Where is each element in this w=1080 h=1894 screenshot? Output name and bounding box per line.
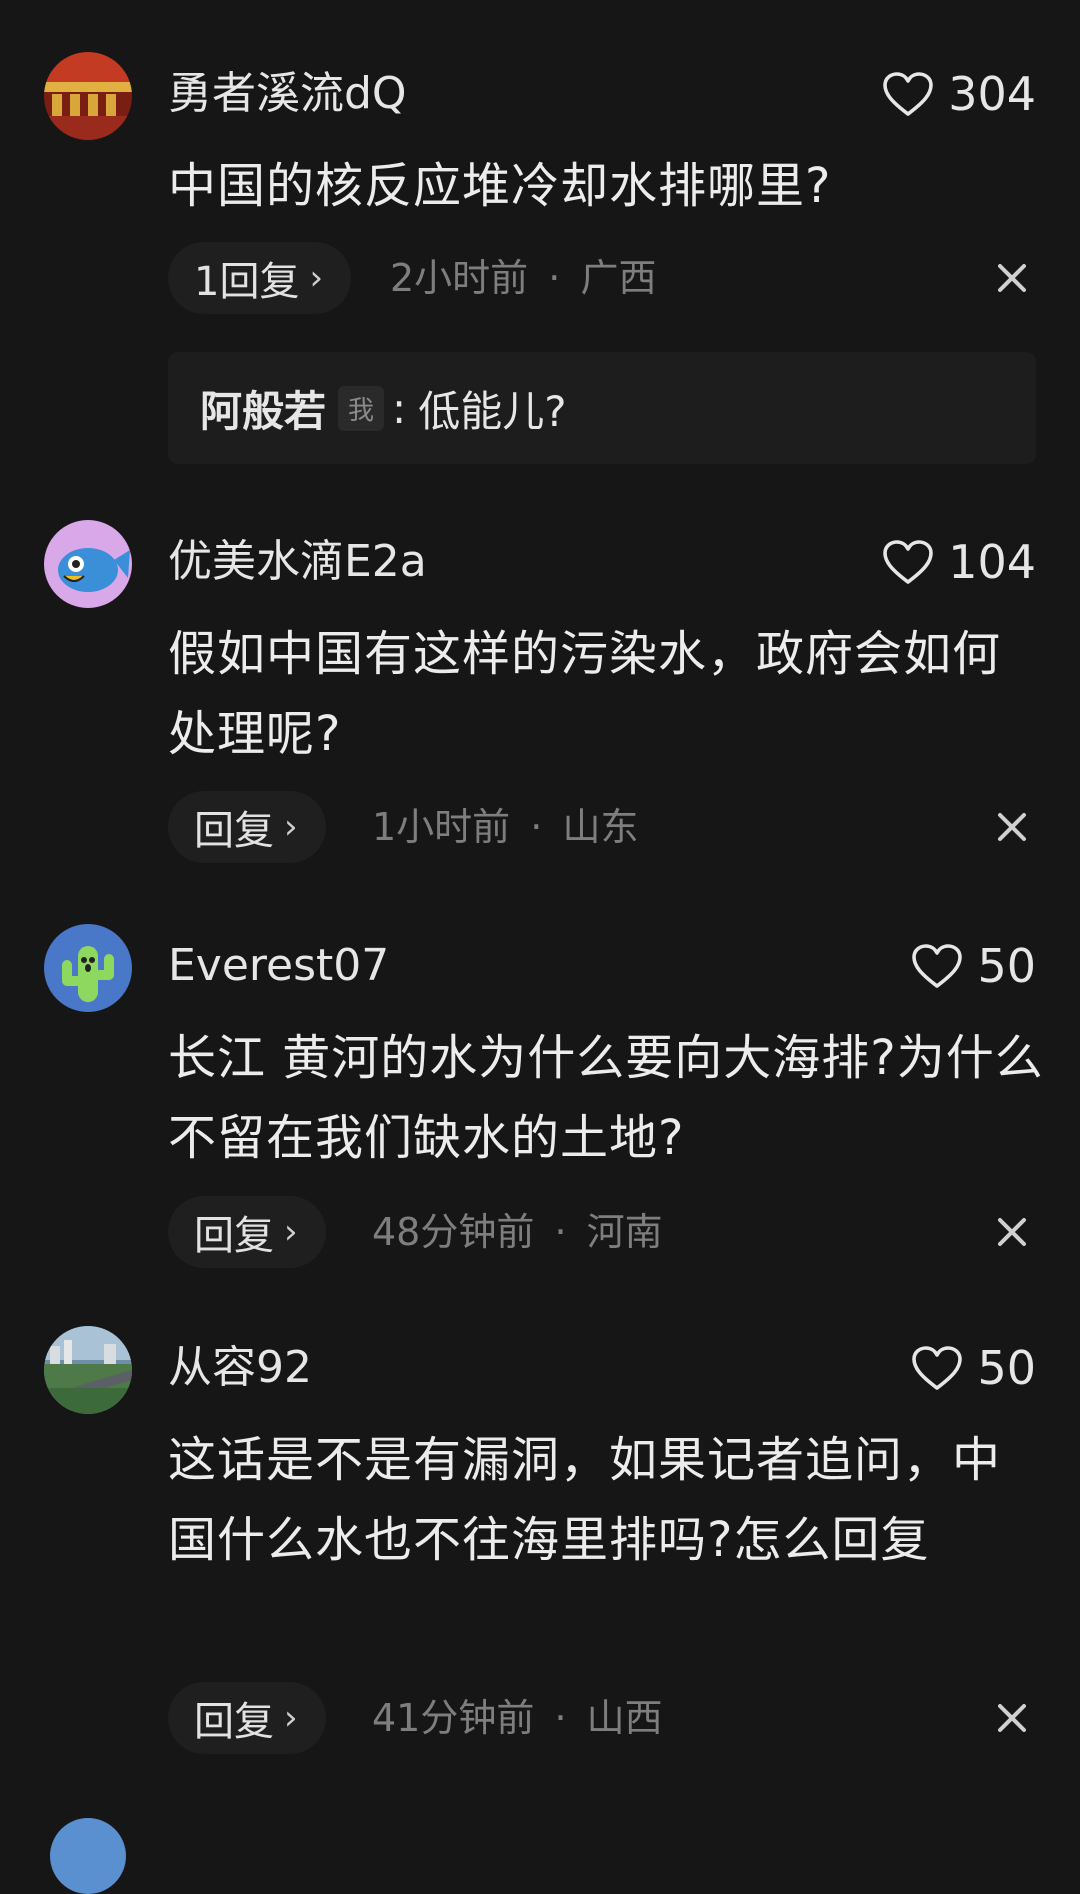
- username[interactable]: 优美水滴E2a: [168, 534, 427, 590]
- comment-text: 中国的核反应堆冷却水排哪里?: [168, 158, 832, 214]
- like-count: 50: [977, 939, 1036, 993]
- comment-text: 这话是不是有漏洞，如果记者追问，中国什么水也不往海里排吗?怎么回复: [168, 1432, 1002, 1568]
- chevron-right-icon: ›: [284, 1698, 298, 1738]
- like-button[interactable]: 104: [882, 534, 1036, 590]
- comment-text: 长江 黄河的水为什么要向大海排?为什么不留在我们缺水的土地?: [168, 1030, 1044, 1166]
- timestamp: 41分钟前: [372, 1696, 535, 1740]
- timestamp: 2小时前: [390, 256, 529, 300]
- heart-outline-icon: [882, 71, 934, 117]
- location: 山东: [562, 805, 639, 849]
- heart-outline-icon: [911, 1345, 963, 1391]
- chevron-right-icon: ›: [284, 807, 298, 847]
- avatar[interactable]: [44, 520, 132, 608]
- like-count: 304: [948, 67, 1036, 121]
- username[interactable]: Everest07: [168, 938, 389, 994]
- comment-meta: 48分钟前 · 河南: [372, 1196, 663, 1268]
- chevron-right-icon: ›: [284, 1212, 298, 1252]
- meta-separator: ·: [548, 256, 561, 300]
- reply-button[interactable]: 回复 ›: [168, 791, 326, 863]
- timestamp: 48分钟前: [372, 1210, 535, 1254]
- reply-label: 回复: [194, 1213, 274, 1259]
- avatar[interactable]: [50, 1818, 126, 1894]
- meta-separator: ·: [530, 805, 543, 849]
- username[interactable]: 勇者溪流dQ: [168, 66, 407, 122]
- like-button[interactable]: 50: [911, 1340, 1036, 1396]
- comment-meta: 1小时前 · 山东: [372, 791, 638, 863]
- meta-separator: ·: [554, 1210, 567, 1254]
- location: 广西: [580, 256, 657, 300]
- sub-reply-colon: :: [392, 383, 407, 433]
- reply-label: 回复: [194, 808, 274, 854]
- reply-label: 1回复: [194, 259, 300, 305]
- like-count: 104: [948, 535, 1036, 589]
- avatar[interactable]: [44, 924, 132, 1012]
- like-button[interactable]: 304: [882, 66, 1036, 122]
- location: 山西: [586, 1696, 663, 1740]
- meta-separator: ·: [554, 1696, 567, 1740]
- avatar[interactable]: [44, 52, 132, 140]
- close-icon[interactable]: [992, 258, 1032, 298]
- avatar[interactable]: [44, 1326, 132, 1414]
- like-button[interactable]: 50: [911, 938, 1036, 994]
- comment-text: 假如中国有这样的污染水，政府会如何处理呢?: [168, 626, 1002, 762]
- reply-button[interactable]: 回复 ›: [168, 1196, 326, 1268]
- close-icon[interactable]: [992, 1212, 1032, 1252]
- like-count: 50: [977, 1341, 1036, 1395]
- heart-outline-icon: [911, 943, 963, 989]
- timestamp: 1小时前: [372, 805, 511, 849]
- sub-reply-text: 低能儿?: [418, 386, 567, 436]
- reply-button[interactable]: 1回复 ›: [168, 242, 352, 314]
- self-badge: 我: [338, 385, 385, 431]
- comment-meta: 41分钟前 · 山西: [372, 1682, 663, 1754]
- reply-label: 回复: [194, 1699, 274, 1745]
- chevron-right-icon: ›: [309, 258, 324, 298]
- close-icon[interactable]: [992, 807, 1032, 847]
- close-icon[interactable]: [992, 1698, 1032, 1738]
- location: 河南: [586, 1210, 663, 1254]
- heart-outline-icon: [882, 539, 934, 585]
- sub-reply[interactable]: 阿般若 我 : 低能儿?: [168, 352, 1036, 464]
- username[interactable]: 从容92: [168, 1340, 312, 1396]
- sub-reply-username[interactable]: 阿般若: [200, 378, 326, 439]
- comment-meta: 2小时前 · 广西: [390, 242, 656, 314]
- reply-button[interactable]: 回复 ›: [168, 1682, 326, 1754]
